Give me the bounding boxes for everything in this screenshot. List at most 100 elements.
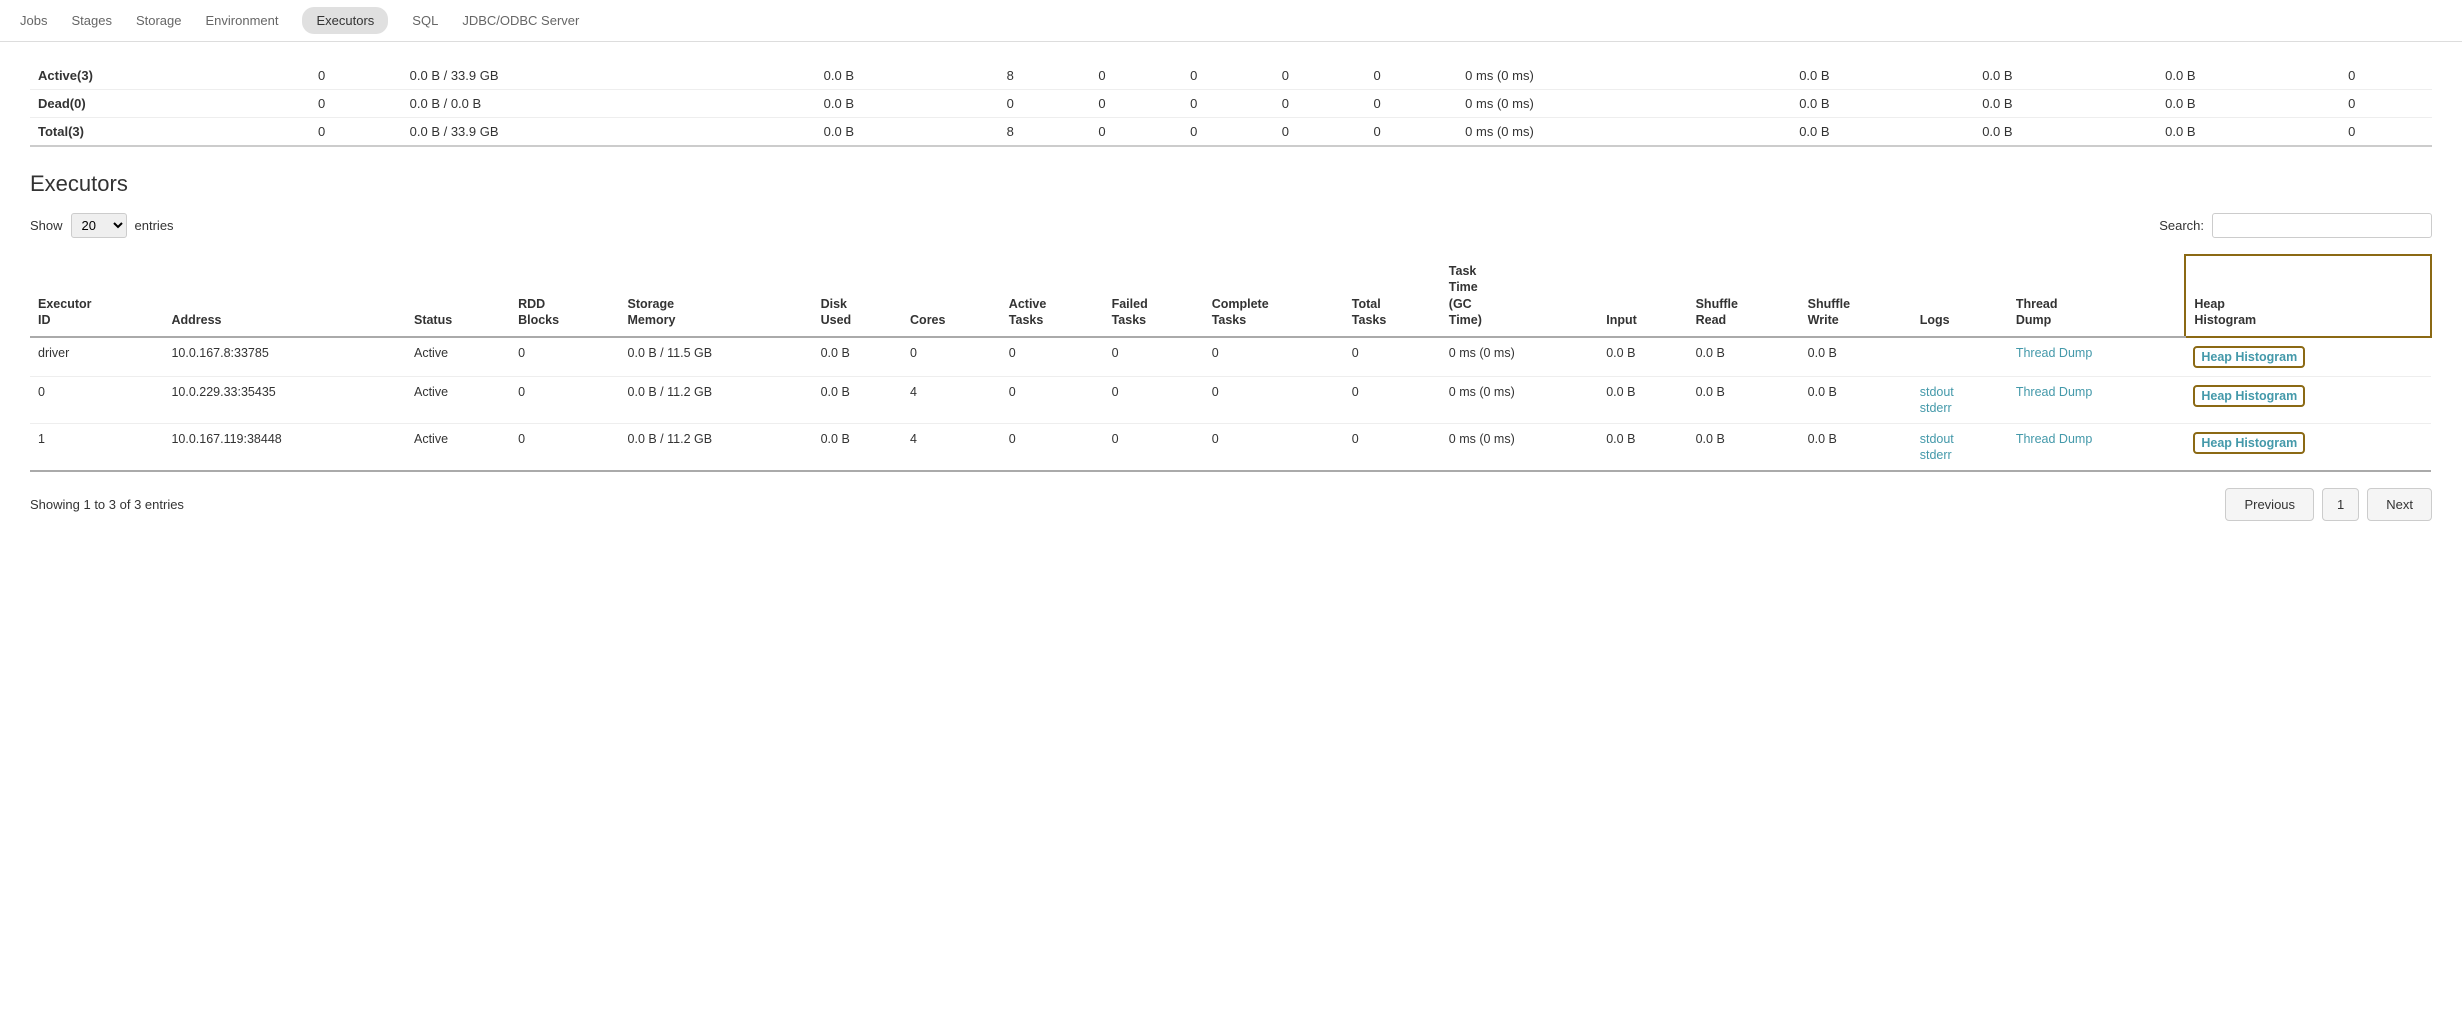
col-heap-histogram: HeapHistogram <box>2185 255 2431 337</box>
summary-cell: 0 <box>1090 118 1182 147</box>
table-cell: 0 <box>510 424 619 472</box>
summary-cell: 0 <box>1182 90 1274 118</box>
nav-item-jobs[interactable]: Jobs <box>20 3 47 38</box>
col-logs: Logs <box>1912 255 2008 337</box>
table-cell: Active <box>406 424 510 472</box>
nav-item-storage[interactable]: Storage <box>136 3 182 38</box>
log-link-stdout[interactable]: stdout <box>1920 432 2000 446</box>
summary-cell: 0.0 B <box>1791 90 1974 118</box>
thread-dump-link[interactable]: Thread Dump <box>2016 346 2092 360</box>
summary-cell: 0 ms (0 ms) <box>1457 118 1791 147</box>
summary-cell: 0.0 B <box>1974 62 2157 90</box>
table-cell: 0 <box>1344 377 1441 424</box>
col-cores: Cores <box>902 255 1001 337</box>
search-label: Search: <box>2159 218 2204 233</box>
table-cell: 0 <box>902 337 1001 377</box>
thread-dump-cell: Thread Dump <box>2008 377 2186 424</box>
table-cell: 0 <box>30 377 163 424</box>
summary-cell: 0.0 B / 33.9 GB <box>402 62 816 90</box>
next-button[interactable]: Next <box>2367 488 2432 521</box>
table-cell: 0 <box>1104 377 1204 424</box>
thread-dump-link[interactable]: Thread Dump <box>2016 432 2092 446</box>
logs-cell: stdout stderr <box>1912 377 2008 424</box>
show-select[interactable]: 102050100 <box>71 213 127 238</box>
controls-row: Show 102050100 entries Search: <box>30 213 2432 238</box>
previous-button[interactable]: Previous <box>2225 488 2314 521</box>
table-row: 110.0.167.119:38448Active00.0 B / 11.2 G… <box>30 424 2431 472</box>
heap-histogram-link[interactable]: Heap Histogram <box>2201 350 2297 364</box>
nav-item-stages[interactable]: Stages <box>71 3 111 38</box>
table-cell: 10.0.167.119:38448 <box>163 424 406 472</box>
col-active-tasks: ActiveTasks <box>1001 255 1104 337</box>
summary-cell: 0.0 B / 0.0 B <box>402 90 816 118</box>
table-cell: 0.0 B <box>1688 377 1800 424</box>
search-box: Search: <box>2159 213 2432 238</box>
col-shuffle-read: ShuffleRead <box>1688 255 1800 337</box>
table-cell: 0.0 B <box>1800 337 1912 377</box>
log-link-stdout[interactable]: stdout <box>1920 385 2000 399</box>
table-cell: 0 <box>1204 377 1344 424</box>
table-cell: 0.0 B <box>1800 377 1912 424</box>
col-total-tasks: TotalTasks <box>1344 255 1441 337</box>
summary-cell: 0.0 B <box>816 118 999 147</box>
show-entries: Show 102050100 entries <box>30 213 174 238</box>
summary-cell: 0.0 B <box>1791 62 1974 90</box>
table-cell: 0.0 B <box>813 337 902 377</box>
table-cell: 0 <box>1001 337 1104 377</box>
summary-cell: 0.0 B <box>1791 118 1974 147</box>
summary-cell: 0 <box>1365 90 1457 118</box>
summary-cell: 0 <box>310 90 402 118</box>
col-storage-memory: StorageMemory <box>620 255 813 337</box>
table-cell: 10.0.167.8:33785 <box>163 337 406 377</box>
col-status: Status <box>406 255 510 337</box>
log-link-stderr[interactable]: stderr <box>1920 448 2000 462</box>
table-cell: 0 <box>1104 424 1204 472</box>
table-cell: 1 <box>30 424 163 472</box>
summary-cell: 0 <box>1274 90 1366 118</box>
summary-table: Active(3)00.0 B / 33.9 GB0.0 B800000 ms … <box>30 62 2432 147</box>
executors-table: ExecutorID Address Status RDDBlocks Stor… <box>30 254 2432 472</box>
nav-item-jdbc-odbc-server[interactable]: JDBC/ODBC Server <box>462 3 579 38</box>
show-label: Show <box>30 218 63 233</box>
table-cell: 0 ms (0 ms) <box>1441 377 1598 424</box>
table-cell: 0 <box>1204 424 1344 472</box>
table-cell: 0.0 B <box>1598 377 1687 424</box>
col-shuffle-write: ShuffleWrite <box>1800 255 1912 337</box>
footer-row: Showing 1 to 3 of 3 entries Previous 1 N… <box>30 488 2432 521</box>
table-cell: 0 ms (0 ms) <box>1441 337 1598 377</box>
summary-cell: 0.0 B <box>1974 118 2157 147</box>
table-cell: 0 <box>1344 337 1441 377</box>
table-cell: driver <box>30 337 163 377</box>
summary-cell: 0 <box>310 62 402 90</box>
summary-cell: 0.0 B <box>1974 90 2157 118</box>
table-cell: 0 <box>1001 377 1104 424</box>
table-cell: 0.0 B <box>1800 424 1912 472</box>
table-cell: 0.0 B / 11.5 GB <box>620 337 813 377</box>
nav-bar: Jobs Stages Storage Environment Executors SQL… <box>0 0 2462 42</box>
heap-histogram-link[interactable]: Heap Histogram <box>2201 436 2297 450</box>
heap-histogram-cell: Heap Histogram <box>2185 337 2431 377</box>
nav-item-executors[interactable]: Executors <box>302 7 388 34</box>
summary-cell: Dead(0) <box>30 90 310 118</box>
table-cell: 0 <box>510 377 619 424</box>
summary-cell: 0.0 B <box>2157 62 2340 90</box>
heap-histogram-link[interactable]: Heap Histogram <box>2201 389 2297 403</box>
table-cell: 0 <box>1344 424 1441 472</box>
summary-cell: 0.0 B / 33.9 GB <box>402 118 816 147</box>
table-cell: 0 ms (0 ms) <box>1441 424 1598 472</box>
table-cell: 0 <box>1204 337 1344 377</box>
nav-item-sql[interactable]: SQL <box>412 3 438 38</box>
thread-dump-link[interactable]: Thread Dump <box>2016 385 2092 399</box>
table-cell: 0.0 B / 11.2 GB <box>620 424 813 472</box>
table-row: 010.0.229.33:35435Active00.0 B / 11.2 GB… <box>30 377 2431 424</box>
heap-histogram-cell: Heap Histogram <box>2185 377 2431 424</box>
table-cell: 0.0 B <box>1598 424 1687 472</box>
summary-cell: 0 <box>2340 62 2432 90</box>
log-link-stderr[interactable]: stderr <box>1920 401 2000 415</box>
logs-cell <box>1912 337 2008 377</box>
search-input[interactable] <box>2212 213 2432 238</box>
col-thread-dump: ThreadDump <box>2008 255 2186 337</box>
table-cell: 0 <box>1001 424 1104 472</box>
nav-item-environment[interactable]: Environment <box>206 3 279 38</box>
col-complete-tasks: CompleteTasks <box>1204 255 1344 337</box>
